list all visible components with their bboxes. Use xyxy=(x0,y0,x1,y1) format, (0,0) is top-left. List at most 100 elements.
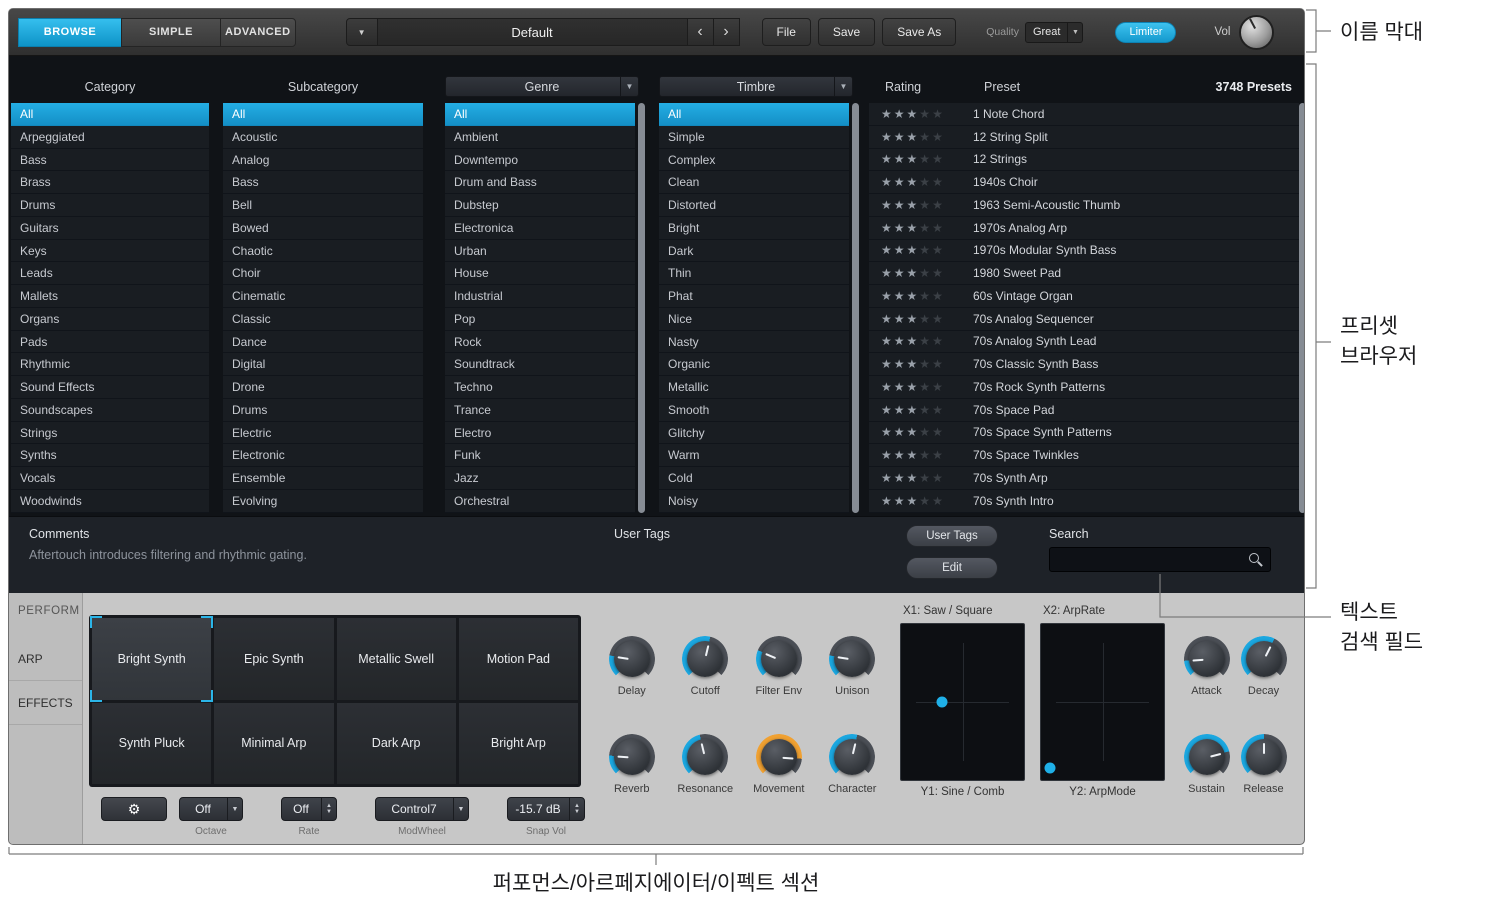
section-tab[interactable]: PERFORM xyxy=(9,593,82,637)
file-action-button[interactable]: Save xyxy=(817,18,876,46)
prev-preset-button[interactable]: ‹ xyxy=(687,18,714,46)
list-item[interactable]: Vocals xyxy=(11,467,209,490)
volume-knob[interactable] xyxy=(1239,14,1275,50)
list-item[interactable]: Techno xyxy=(445,376,635,399)
performance-pad[interactable]: Epic Synth xyxy=(214,618,334,700)
list-item[interactable]: All xyxy=(659,103,849,126)
table-row[interactable]: ★★★★★ 1970s Analog Arp xyxy=(869,217,1299,240)
rating-stars[interactable]: ★★★★★ xyxy=(869,404,973,416)
search-icon[interactable] xyxy=(1249,553,1259,563)
list-item[interactable]: Distorted xyxy=(659,194,849,217)
envelope-knob[interactable] xyxy=(1183,734,1230,780)
file-action-button[interactable]: Save As xyxy=(882,18,957,46)
preset-scrollbar[interactable] xyxy=(1299,103,1304,513)
list-item[interactable]: Rock xyxy=(445,331,635,354)
list-item[interactable]: Thin xyxy=(659,262,849,285)
list-item[interactable]: All xyxy=(445,103,635,126)
preset-menu-button[interactable]: ▼ xyxy=(345,18,378,46)
xy-pad-dot[interactable] xyxy=(936,696,948,708)
quality-dropdown[interactable]: Great ▼ xyxy=(1024,21,1084,43)
timbre-scrollbar[interactable] xyxy=(852,103,859,513)
list-item[interactable]: Organic xyxy=(659,353,849,376)
list-item[interactable]: Ensemble xyxy=(223,467,423,490)
list-item[interactable]: Guitars xyxy=(11,217,209,240)
list-item[interactable]: Drums xyxy=(223,399,423,422)
rating-stars[interactable]: ★★★★★ xyxy=(869,381,973,393)
list-item[interactable]: Woodwinds xyxy=(11,490,209,513)
envelope-knob[interactable] xyxy=(1183,636,1230,682)
rating-stars[interactable]: ★★★★★ xyxy=(869,199,973,211)
list-item[interactable]: Sound Effects xyxy=(11,376,209,399)
list-item[interactable]: Noisy xyxy=(659,490,849,513)
rating-stars[interactable]: ★★★★★ xyxy=(869,131,973,143)
list-item[interactable]: Bright xyxy=(659,217,849,240)
list-item[interactable]: Industrial xyxy=(445,285,635,308)
list-item[interactable]: Dark xyxy=(659,240,849,263)
table-row[interactable]: ★★★★★ 1940s Choir xyxy=(869,171,1299,194)
list-item[interactable]: Urban xyxy=(445,240,635,263)
macro-knob[interactable] xyxy=(682,734,729,780)
list-item[interactable]: Organs xyxy=(11,308,209,331)
list-item[interactable]: Electronica xyxy=(445,217,635,240)
performance-pad[interactable]: Motion Pad xyxy=(458,618,578,700)
view-button[interactable]: ADVANCED xyxy=(220,17,296,47)
list-item[interactable]: Simple xyxy=(659,126,849,149)
list-item[interactable]: Downtempo xyxy=(445,149,635,172)
timbre-filter-dropdown[interactable]: Timbre xyxy=(659,76,853,97)
list-item[interactable]: Drum and Bass xyxy=(445,171,635,194)
list-item[interactable]: Rhythmic xyxy=(11,353,209,376)
list-item[interactable]: Digital xyxy=(223,353,423,376)
list-item[interactable]: Glitchy xyxy=(659,422,849,445)
list-item[interactable]: Keys xyxy=(11,240,209,263)
performance-pad[interactable]: Minimal Arp xyxy=(214,702,334,784)
list-item[interactable]: Bass xyxy=(11,149,209,172)
list-item[interactable]: Electric xyxy=(223,422,423,445)
macro-knob[interactable] xyxy=(608,734,655,780)
rating-stars[interactable]: ★★★★★ xyxy=(869,153,973,165)
table-row[interactable]: ★★★★★ 12 Strings xyxy=(869,149,1299,172)
rating-stars[interactable]: ★★★★★ xyxy=(869,449,973,461)
table-row[interactable]: ★★★★★ 70s Space Twinkles xyxy=(869,444,1299,467)
rating-stars[interactable]: ★★★★★ xyxy=(869,335,973,347)
list-item[interactable]: Orchestral xyxy=(445,490,635,513)
macro-knob[interactable] xyxy=(829,636,876,682)
macro-knob[interactable] xyxy=(829,734,876,780)
table-row[interactable]: ★★★★★ 70s Analog Synth Lead xyxy=(869,331,1299,354)
list-item[interactable]: Funk xyxy=(445,444,635,467)
list-item[interactable]: Clean xyxy=(659,171,849,194)
macro-knob[interactable] xyxy=(682,636,729,682)
list-item[interactable]: Pads xyxy=(11,331,209,354)
genre-filter-dropdown[interactable]: Genre xyxy=(445,76,639,97)
envelope-knob[interactable] xyxy=(1240,636,1287,682)
user-tags-button[interactable]: User Tags xyxy=(906,525,998,547)
list-item[interactable]: Warm xyxy=(659,444,849,467)
list-item[interactable]: Trance xyxy=(445,399,635,422)
pad-control-value[interactable]: Control7 xyxy=(375,797,469,821)
table-row[interactable]: ★★★★★ 70s Space Pad xyxy=(869,399,1299,422)
table-row[interactable]: ★★★★★ 1980 Sweet Pad xyxy=(869,262,1299,285)
pad-control-value[interactable]: Off xyxy=(281,797,337,821)
list-item[interactable]: Soundtrack xyxy=(445,353,635,376)
rating-stars[interactable]: ★★★★★ xyxy=(869,108,973,120)
genre-scrollbar[interactable] xyxy=(638,103,645,513)
table-row[interactable]: ★★★★★ 70s Space Synth Patterns xyxy=(869,422,1299,445)
list-item[interactable]: Electronic xyxy=(223,444,423,467)
gear-button[interactable]: ⚙ xyxy=(101,797,167,821)
rating-stars[interactable]: ★★★★★ xyxy=(869,495,973,507)
list-item[interactable]: Ambient xyxy=(445,126,635,149)
rating-stars[interactable]: ★★★★★ xyxy=(869,358,973,370)
performance-pad[interactable]: Metallic Swell xyxy=(336,618,456,700)
list-item[interactable]: Bass xyxy=(223,171,423,194)
rating-stars[interactable]: ★★★★★ xyxy=(869,426,973,438)
section-tab[interactable]: EFFECTS xyxy=(9,681,82,725)
rating-stars[interactable]: ★★★★★ xyxy=(869,222,973,234)
next-preset-button[interactable]: › xyxy=(713,18,740,46)
list-item[interactable]: Smooth xyxy=(659,399,849,422)
list-item[interactable]: Arpeggiated xyxy=(11,126,209,149)
xy-pad[interactable] xyxy=(900,623,1025,781)
list-item[interactable]: All xyxy=(11,103,209,126)
list-item[interactable]: Classic xyxy=(223,308,423,331)
list-item[interactable]: Electro xyxy=(445,422,635,445)
list-item[interactable]: Choir xyxy=(223,262,423,285)
list-item[interactable]: Pop xyxy=(445,308,635,331)
